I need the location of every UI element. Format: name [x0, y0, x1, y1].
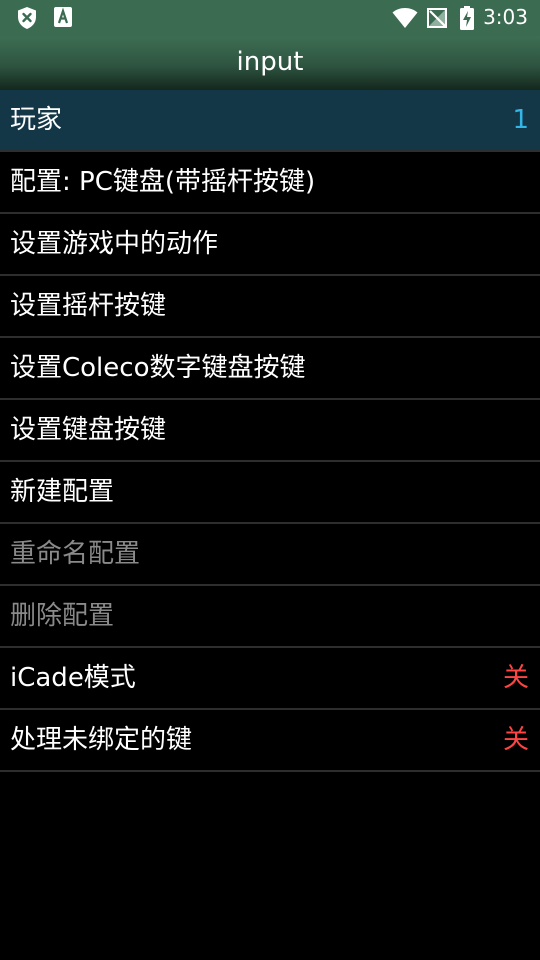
list-item-rename-profile: 重命名配置: [0, 524, 540, 586]
list-item-joystick-keys[interactable]: 设置摇杆按键: [0, 276, 540, 338]
list-item-unbound-keys[interactable]: 处理未绑定的键 关: [0, 710, 540, 772]
item-label: 重命名配置: [10, 539, 141, 569]
clock-time: 3:03: [483, 5, 528, 29]
status-bar: 3:03: [0, 0, 540, 36]
item-label: iCade模式: [10, 663, 136, 693]
wifi-icon: [392, 7, 418, 33]
item-label: 设置游戏中的动作: [10, 229, 219, 259]
item-value: 1: [512, 105, 529, 135]
no-signal-icon: [427, 8, 447, 32]
list-item-player[interactable]: 玩家 1: [0, 90, 540, 152]
settings-list: 玩家 1 配置: PC键盘(带摇杆按键) 设置游戏中的动作 设置摇杆按键 设置C…: [0, 90, 540, 772]
list-item-ingame-actions[interactable]: 设置游戏中的动作: [0, 214, 540, 276]
list-item-icade-mode[interactable]: iCade模式 关: [0, 648, 540, 710]
item-label: 设置Coleco数字键盘按键: [10, 353, 306, 383]
list-item-keyboard-keys[interactable]: 设置键盘按键: [0, 400, 540, 462]
text-a-icon: [53, 6, 73, 32]
shield-x-icon: [16, 6, 38, 34]
item-value: 关: [502, 725, 529, 755]
page-title: input: [236, 47, 304, 77]
item-value: 关: [502, 663, 529, 693]
list-item-profile[interactable]: 配置: PC键盘(带摇杆按键): [0, 152, 540, 214]
list-item-new-profile[interactable]: 新建配置: [0, 462, 540, 524]
item-label: 配置: PC键盘(带摇杆按键): [10, 167, 316, 197]
list-item-coleco-keypad[interactable]: 设置Coleco数字键盘按键: [0, 338, 540, 400]
battery-charging-icon: [460, 6, 474, 34]
item-label: 设置键盘按键: [10, 415, 167, 445]
item-label: 设置摇杆按键: [10, 291, 167, 321]
list-item-delete-profile: 删除配置: [0, 586, 540, 648]
item-label: 新建配置: [10, 477, 115, 507]
app-bar: input: [0, 36, 540, 91]
item-label: 删除配置: [10, 601, 115, 631]
item-label: 玩家: [10, 105, 63, 135]
item-label: 处理未绑定的键: [10, 725, 193, 755]
